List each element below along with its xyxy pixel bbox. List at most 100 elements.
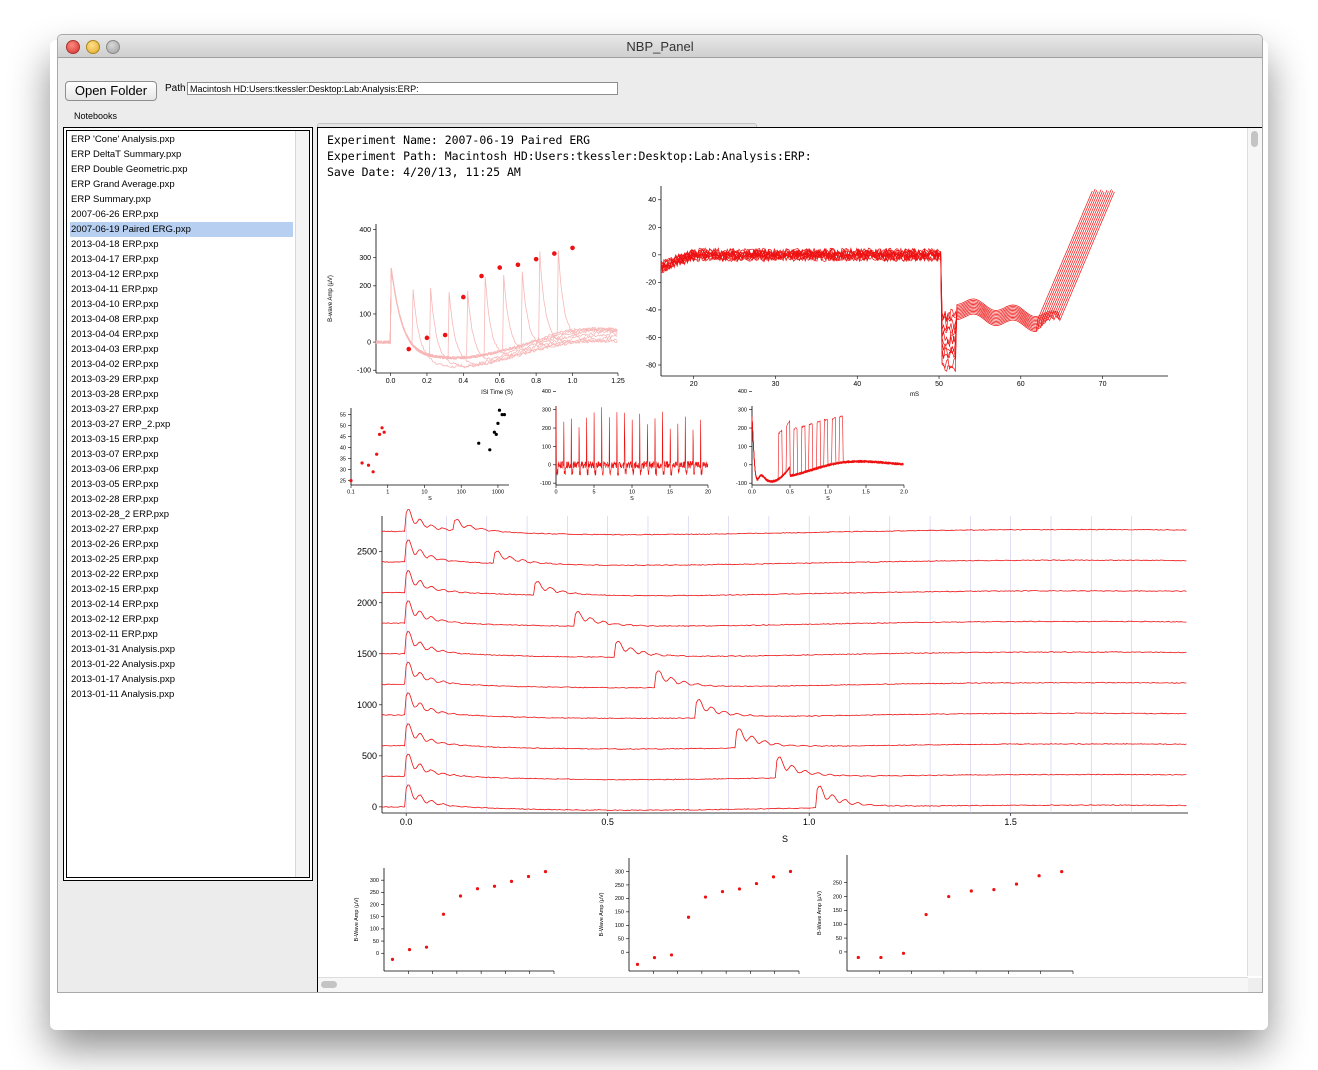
notebook-list-item[interactable]: 2013-02-25 ERP.pxp [70, 552, 293, 567]
amp-plot-2-data-point [737, 887, 742, 891]
vertical-scroll-thumb[interactable] [1251, 131, 1258, 147]
notebook-list-item[interactable]: 2007-06-26 ERP.pxp [70, 207, 293, 222]
ms-trace [660, 189, 1102, 337]
amp-plot-1-data-point [390, 957, 395, 961]
amp-plot-2-y-tick-label: 200 [615, 896, 624, 902]
notebook-list-item[interactable]: 2013-04-10 ERP.pxp [70, 297, 293, 312]
notebook-list-item[interactable]: 2013-03-06 ERP.pxp [70, 462, 293, 477]
notebook-graphs: 0.0 0.2 0.4 0.6 0.8 1.0 1.254003002001000-100I… [328, 186, 1188, 974]
notebooks-list-scrollbar[interactable] [295, 131, 309, 877]
notebook-list-item[interactable]: 2013-02-28 ERP.pxp [70, 492, 293, 507]
log-data-point [502, 413, 507, 417]
notebook-list-item[interactable]: 2013-02-26 ERP.pxp [70, 537, 293, 552]
amp-plot-2-data-point [652, 956, 657, 960]
path-field[interactable]: Macintosh HD:Users:tkessler:Desktop:Lab:… [187, 82, 618, 95]
amp-plot-1-y-tick-label: 300 [370, 878, 379, 884]
overlay-plot-x-tick-label: 1.0 [824, 490, 832, 496]
train-plot-x-tick-label: 10 [629, 490, 635, 496]
notebook-list-item[interactable]: 2013-04-04 ERP.pxp [70, 327, 293, 342]
notebook-list-item[interactable]: 2013-03-07 ERP.pxp [70, 447, 293, 462]
notebook-list-item[interactable]: 2013-04-02 ERP.pxp [70, 357, 293, 372]
notebook-horizontal-scrollbar[interactable] [318, 977, 1248, 992]
ms-plot-x-tick-label: 30 [772, 381, 780, 388]
log-plot-x-tick-label: 100 [457, 490, 466, 496]
notebook-list-item[interactable]: ERP 'Cone' Analysis.pxp [70, 132, 293, 147]
log-plot-y-tick-label: 35 [340, 456, 346, 462]
notebook-list-item[interactable]: 2013-04-17 ERP.pxp [70, 252, 293, 267]
amp-plot-1-data-point [543, 870, 548, 874]
ms-plot-y-tick-label: -60 [646, 335, 656, 342]
ms-plot-y-tick-label: -40 [646, 307, 656, 314]
notebook-list-item[interactable]: 2013-03-15 ERP.pxp [70, 432, 293, 447]
isi-plot-x-tick-label: 0.2 [422, 378, 432, 385]
train-plot-y-tick-label: 0 [548, 463, 551, 469]
log-plot-y-tick-label: 30 [340, 467, 346, 473]
stack-plot-x-label: S [782, 834, 788, 844]
isi-plot-x-tick-label: 1.0 [568, 378, 578, 385]
notebook-vertical-scrollbar[interactable] [1247, 128, 1262, 976]
notebook-list-item[interactable]: 2013-03-28 ERP.pxp [70, 387, 293, 402]
overlay-plot-x-tick-label: 0.0 [748, 490, 756, 496]
notebooks-list-box[interactable]: ERP 'Cone' Analysis.pxp ERP DeltaT Summar… [66, 130, 310, 878]
log-data-point [488, 448, 492, 452]
notebook-list-item[interactable]: 2013-01-17 Analysis.pxp [70, 672, 293, 687]
overlay-plot-x-tick-label: 1.5 [862, 490, 870, 496]
notebook-list-item[interactable]: 2013-03-05 ERP.pxp [70, 477, 293, 492]
notebook-list-item[interactable]: 2013-01-31 Analysis.pxp [70, 642, 293, 657]
notebook-list-item[interactable]: 2013-04-11 ERP.pxp [70, 282, 293, 297]
notebook-list-item[interactable]: ERP Summary.pxp [70, 192, 293, 207]
amp-plot-1-y-tick-label: 150 [370, 915, 379, 921]
overlay-trace [751, 416, 904, 483]
train-plot-x-tick-label: 5 [592, 490, 595, 496]
window-title: NBP_Panel [626, 39, 694, 54]
overlay-plot-x-tick-label: 0.5 [786, 490, 794, 496]
notebook-list-item[interactable]: 2013-02-11 ERP.pxp [70, 627, 293, 642]
title-bar[interactable]: NBP_Panel [58, 35, 1262, 58]
notebook-list-item[interactable]: ERP Double Geometric.pxp [70, 162, 293, 177]
ms-plot-x-tick-label: 20 [690, 381, 698, 388]
ms-trace [660, 189, 1112, 360]
stack-plot-y-tick-label: 500 [362, 751, 377, 761]
notebook-list-item[interactable]: 2007-06-19 Paired ERG.pxp [70, 222, 293, 237]
notebook-list-item[interactable]: 2013-02-14 ERP.pxp [70, 597, 293, 612]
notebook-list-item[interactable]: ERP Grand Average.pxp [70, 177, 293, 192]
log-data-point [366, 463, 371, 467]
ms-plot-x-tick-label: 60 [1017, 381, 1025, 388]
notebook-list-item[interactable]: 2013-03-29 ERP.pxp [70, 372, 293, 387]
amp-plot-3-data-point [901, 951, 906, 955]
notebook-list-item[interactable]: 2013-03-27 ERP_2.pxp [70, 417, 293, 432]
notebook-list-item[interactable]: 2013-04-12 ERP.pxp [70, 267, 293, 282]
notebook-list-item[interactable]: 2013-04-08 ERP.pxp [70, 312, 293, 327]
open-folder-button[interactable]: Open Folder [65, 81, 157, 101]
resize-grip-icon[interactable] [1248, 978, 1262, 992]
horizontal-scroll-thumb[interactable] [321, 981, 337, 988]
amp-plot-1-data-point [475, 887, 480, 891]
notebook-list-item[interactable]: 2013-02-28_2 ERP.pxp [70, 507, 293, 522]
overlay-plot-y-tick-label: -100 [736, 481, 747, 487]
notebook-list-item[interactable]: 2013-04-18 ERP.pxp [70, 237, 293, 252]
isi-plot-x-tick-label: 0.0 [386, 378, 396, 385]
path-label: Path [165, 83, 186, 94]
isi-data-point [497, 265, 503, 270]
amp-plot-2-y-tick-label: 0 [621, 950, 624, 956]
notebooks-list: ERP 'Cone' Analysis.pxp ERP DeltaT Summar… [63, 127, 313, 881]
notebook-list-item[interactable]: 2013-02-27 ERP.pxp [70, 522, 293, 537]
amp-plot-1-y-tick-label: 250 [370, 890, 379, 896]
notebook-list-item[interactable]: 2013-02-22 ERP.pxp [70, 567, 293, 582]
notebook-list-item[interactable]: 2013-02-12 ERP.pxp [70, 612, 293, 627]
amp-plot-2-y-tick-label: 50 [618, 937, 624, 943]
log-data-point [382, 430, 386, 434]
amp-plot-3-y-tick-label: 150 [833, 908, 842, 914]
amp-plot-2-y-tick-label: 100 [615, 923, 624, 929]
notebook-list-item[interactable]: 2013-01-11 Analysis.pxp [70, 687, 293, 702]
notebook-list-item[interactable]: ERP DeltaT Summary.pxp [70, 147, 293, 162]
ms-plot-y-tick-label: -20 [646, 280, 656, 287]
notebook-list-item[interactable]: 2013-01-22 Analysis.pxp [70, 657, 293, 672]
ms-plot-x-tick-label: 40 [853, 381, 861, 388]
notebook-list-item[interactable]: 2013-04-03 ERP.pxp [70, 342, 293, 357]
notebook-list-item[interactable]: 2013-02-15 ERP.pxp [70, 582, 293, 597]
notebook-viewer: Experiment Name: 2007-06-19 Paired ERG E… [317, 127, 1262, 992]
stack-plot-x-tick-label: 1.5 [1004, 817, 1017, 827]
amp-plot-1-data-point [526, 874, 531, 879]
notebook-list-item[interactable]: 2013-03-27 ERP.pxp [70, 402, 293, 417]
